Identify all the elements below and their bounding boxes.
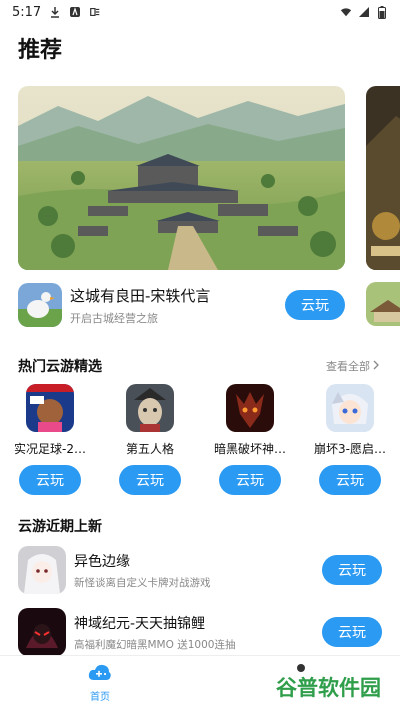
banner-card-next[interactable] bbox=[366, 86, 400, 270]
wifi-icon bbox=[340, 6, 352, 18]
view-all-link[interactable]: 查看全部 bbox=[326, 358, 380, 374]
featured-app-icon-next[interactable] bbox=[366, 282, 400, 326]
featured-app[interactable]: 这城有良田-宋轶代言 开启古城经营之旅 云玩 bbox=[18, 282, 345, 328]
game-icon-honkai bbox=[326, 384, 374, 432]
hot-section-header: 热门云游精选 查看全部 bbox=[18, 356, 380, 376]
hot-game-name: 暗黑破坏神… bbox=[214, 442, 286, 456]
hot-game-name: 第五人格 bbox=[125, 442, 174, 456]
banner-artwork bbox=[18, 86, 345, 270]
banner-carousel[interactable]: 这城有良田-宋轶代言 开启古城经营之旅 云玩 bbox=[0, 86, 400, 336]
chevron-right-icon bbox=[372, 360, 380, 373]
recent-game-play-button[interactable]: 云玩 bbox=[322, 617, 382, 647]
hot-games-grid: 实况足球-2… 云玩 第五人格 云玩 暗黑破坏神… 云玩 崩坏3-愿启… 云玩 bbox=[0, 384, 400, 495]
featured-app-name: 这城有良田-宋轶代言 bbox=[70, 286, 211, 305]
hot-game-item[interactable]: 第五人格 云玩 bbox=[110, 384, 190, 495]
hot-game-item[interactable]: 实况足球-2… 云玩 bbox=[10, 384, 90, 495]
status-time: 5:17 bbox=[12, 4, 42, 20]
status-bar: 5:17 bbox=[0, 0, 400, 24]
recent-section-title: 云游近期上新 bbox=[18, 519, 102, 535]
recent-game-item[interactable]: 神域纪元-天天抽锦鲤 高福利魔幻暗黑MMO 送1000连抽 云玩 bbox=[18, 607, 382, 657]
hot-game-item[interactable]: 崩坏3-愿启… 云玩 bbox=[310, 384, 390, 495]
battery-icon bbox=[376, 5, 388, 19]
hot-game-play-button[interactable]: 云玩 bbox=[219, 465, 281, 495]
recent-game-name: 神域纪元-天天抽锦鲤 bbox=[74, 615, 206, 632]
game-icon-efootball bbox=[26, 384, 74, 432]
hot-game-item[interactable]: 暗黑破坏神… 云玩 bbox=[210, 384, 290, 495]
banner-artwork-next bbox=[366, 86, 400, 270]
game-icon-identity-v bbox=[126, 384, 174, 432]
featured-app-desc: 开启古城经营之旅 bbox=[70, 311, 158, 325]
recent-game-desc: 新怪谈离自定义卡牌对战游戏 bbox=[74, 576, 211, 589]
hot-game-name: 崩坏3-愿启… bbox=[314, 442, 386, 456]
featured-play-button[interactable]: 云玩 bbox=[285, 290, 345, 320]
game-icon-shenyu bbox=[18, 608, 66, 656]
watermark-logo: 谷普软件园 bbox=[276, 676, 381, 700]
app-notification-icon bbox=[69, 6, 81, 18]
page-title: 推荐 bbox=[18, 38, 63, 63]
game-icon-yise bbox=[18, 546, 66, 594]
recent-game-item[interactable]: 异色边缘 新怪谈离自定义卡牌对战游戏 云玩 bbox=[18, 545, 382, 595]
download-icon bbox=[49, 6, 61, 18]
nav-indicator-dot bbox=[297, 664, 305, 672]
game-icon-diablo bbox=[226, 384, 274, 432]
hot-game-play-button[interactable]: 云玩 bbox=[119, 465, 181, 495]
recent-section-header: 云游近期上新 bbox=[18, 516, 380, 536]
hot-game-play-button[interactable]: 云玩 bbox=[319, 465, 381, 495]
cloud-gamepad-icon bbox=[88, 662, 112, 686]
nav-home-label: 首页 bbox=[90, 692, 110, 703]
hot-section-title: 热门云游精选 bbox=[18, 359, 102, 375]
hot-game-name: 实况足球-2… bbox=[14, 442, 86, 456]
hot-game-play-button[interactable]: 云玩 bbox=[19, 465, 81, 495]
recent-game-name: 异色边缘 bbox=[74, 553, 130, 570]
signal-icon bbox=[358, 6, 370, 18]
app-notification-icon-2 bbox=[89, 6, 101, 18]
view-all-label: 查看全部 bbox=[326, 360, 370, 373]
featured-app-icon bbox=[18, 283, 62, 327]
recent-game-desc: 高福利魔幻暗黑MMO 送1000连抽 bbox=[74, 638, 236, 651]
banner-card[interactable] bbox=[18, 86, 345, 270]
nav-home[interactable]: 首页 bbox=[70, 662, 130, 703]
recent-game-play-button[interactable]: 云玩 bbox=[322, 555, 382, 585]
